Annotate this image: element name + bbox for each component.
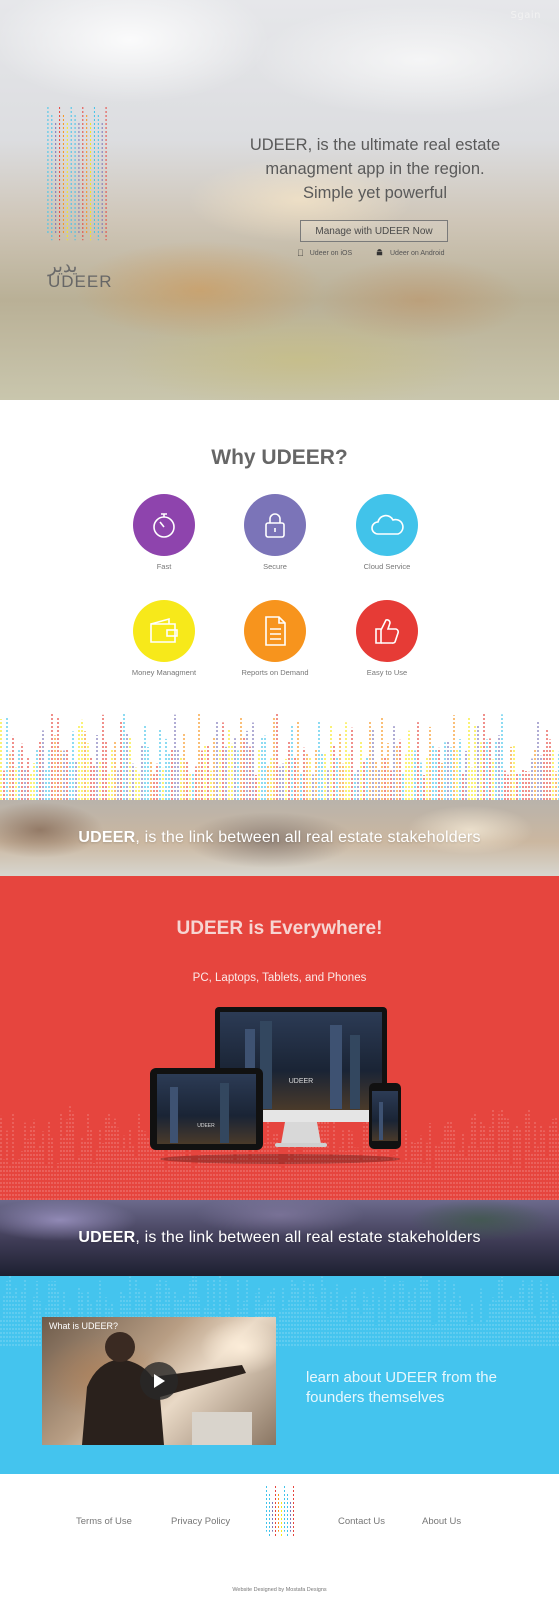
feature-cloud-label: Cloud Service <box>363 562 411 571</box>
feature-fast: Fast <box>109 494 219 571</box>
monitor-brand: UDEER <box>289 1078 314 1085</box>
thumbs-up-icon <box>375 619 399 644</box>
signin-link[interactable]: Sgain <box>511 10 541 21</box>
feature-easy: Easy to Use <box>332 600 442 677</box>
android-icon <box>375 248 384 259</box>
feature-reports: Reports on Demand <box>220 600 330 677</box>
feature-reports-circle <box>244 600 306 662</box>
hero-tagline-line: Simple yet powerful <box>303 184 447 202</box>
hero-tagline-line: UDEER, is the ultimate real estate <box>249 136 501 154</box>
stopwatch-icon <box>153 513 175 538</box>
devices-image: UDEER UDEER <box>150 1007 401 1164</box>
wallet-icon <box>150 617 178 643</box>
footer-about-link[interactable]: About Us <box>422 1516 461 1527</box>
footer-logo-bars <box>266 1486 294 1538</box>
strip-brand: UDEER <box>78 829 136 846</box>
feature-secure: Secure <box>220 494 330 571</box>
stakeholders-text-1: UDEER, is the link between all real esta… <box>78 829 480 847</box>
android-app-label: Udeer on Android <box>390 250 445 257</box>
video-caption: learn about UDEER from the founders them… <box>306 1369 497 1406</box>
play-button[interactable] <box>140 1362 178 1400</box>
decorative-bars <box>0 712 559 800</box>
video-title: What is UDEER? <box>49 1321 119 1331</box>
footer-terms-link[interactable]: Terms of Use <box>76 1516 132 1527</box>
stakeholders-text-2: UDEER, is the link between all real esta… <box>78 1229 480 1247</box>
strip-text: , is the link between all real estate st… <box>135 1229 481 1246</box>
everywhere-section: UDEER is Everywhere! PC, Laptops, Tablet… <box>0 876 559 1200</box>
feature-secure-circle <box>244 494 306 556</box>
manage-now-button[interactable]: Manage with UDEER Now <box>300 220 448 242</box>
ios-app-label: Udeer on iOS <box>303 248 352 257</box>
why-title: Why UDEER? <box>211 446 348 469</box>
video-player[interactable]: What is UDEER? <box>42 1317 276 1445</box>
feature-easy-label: Easy to Use <box>366 668 408 677</box>
feature-secure-label: Secure <box>263 562 287 571</box>
everywhere-title: UDEER is Everywhere! <box>176 918 383 939</box>
feature-money-label: Money Managment <box>131 668 197 677</box>
apple-icon:  <box>297 248 304 258</box>
android-app-link[interactable]: Udeer on Android <box>375 248 444 259</box>
hero-section: Sgain يدير UDEER UDEER, is the ultimate … <box>0 0 559 400</box>
play-icon <box>154 1374 165 1388</box>
hero-tagline-line: managment app in the region. <box>265 160 485 178</box>
feature-reports-label: Reports on Demand <box>241 668 309 677</box>
logo-english-text: UDEER <box>48 272 113 291</box>
footer-privacy-link[interactable]: Privacy Policy <box>171 1516 230 1527</box>
stakeholders-banner-1: UDEER, is the link between all real esta… <box>0 800 559 876</box>
footer-contact-link[interactable]: Contact Us <box>338 1516 385 1527</box>
feature-fast-label: Fast <box>156 562 172 571</box>
strip-brand: UDEER <box>78 1229 136 1246</box>
hero-tagline: UDEER, is the ultimate real estate manag… <box>240 133 510 205</box>
document-icon <box>265 616 286 646</box>
cloud-icon <box>371 514 404 535</box>
video-section: What is UDEER? learn about UDEER from th… <box>0 1276 559 1474</box>
ios-app-link[interactable]:  Udeer on iOS <box>297 248 352 258</box>
feature-money: Money Managment <box>109 600 219 677</box>
designer-credit: Website Designed by Mostafa Designs <box>232 1587 327 1593</box>
stakeholders-banner-2: UDEER, is the link between all real esta… <box>0 1200 559 1276</box>
feature-easy-circle <box>356 600 418 662</box>
feature-cloud: Cloud Service <box>332 494 442 571</box>
lock-icon <box>265 513 285 538</box>
strip-text: , is the link between all real estate st… <box>135 829 481 846</box>
feature-fast-circle <box>133 494 195 556</box>
tablet-brand: UDEER <box>197 1123 215 1129</box>
bar-pattern <box>0 712 559 800</box>
everywhere-subtitle: PC, Laptops, Tablets, and Phones <box>192 972 367 984</box>
feature-cloud-circle <box>356 494 418 556</box>
feature-money-circle <box>133 600 195 662</box>
